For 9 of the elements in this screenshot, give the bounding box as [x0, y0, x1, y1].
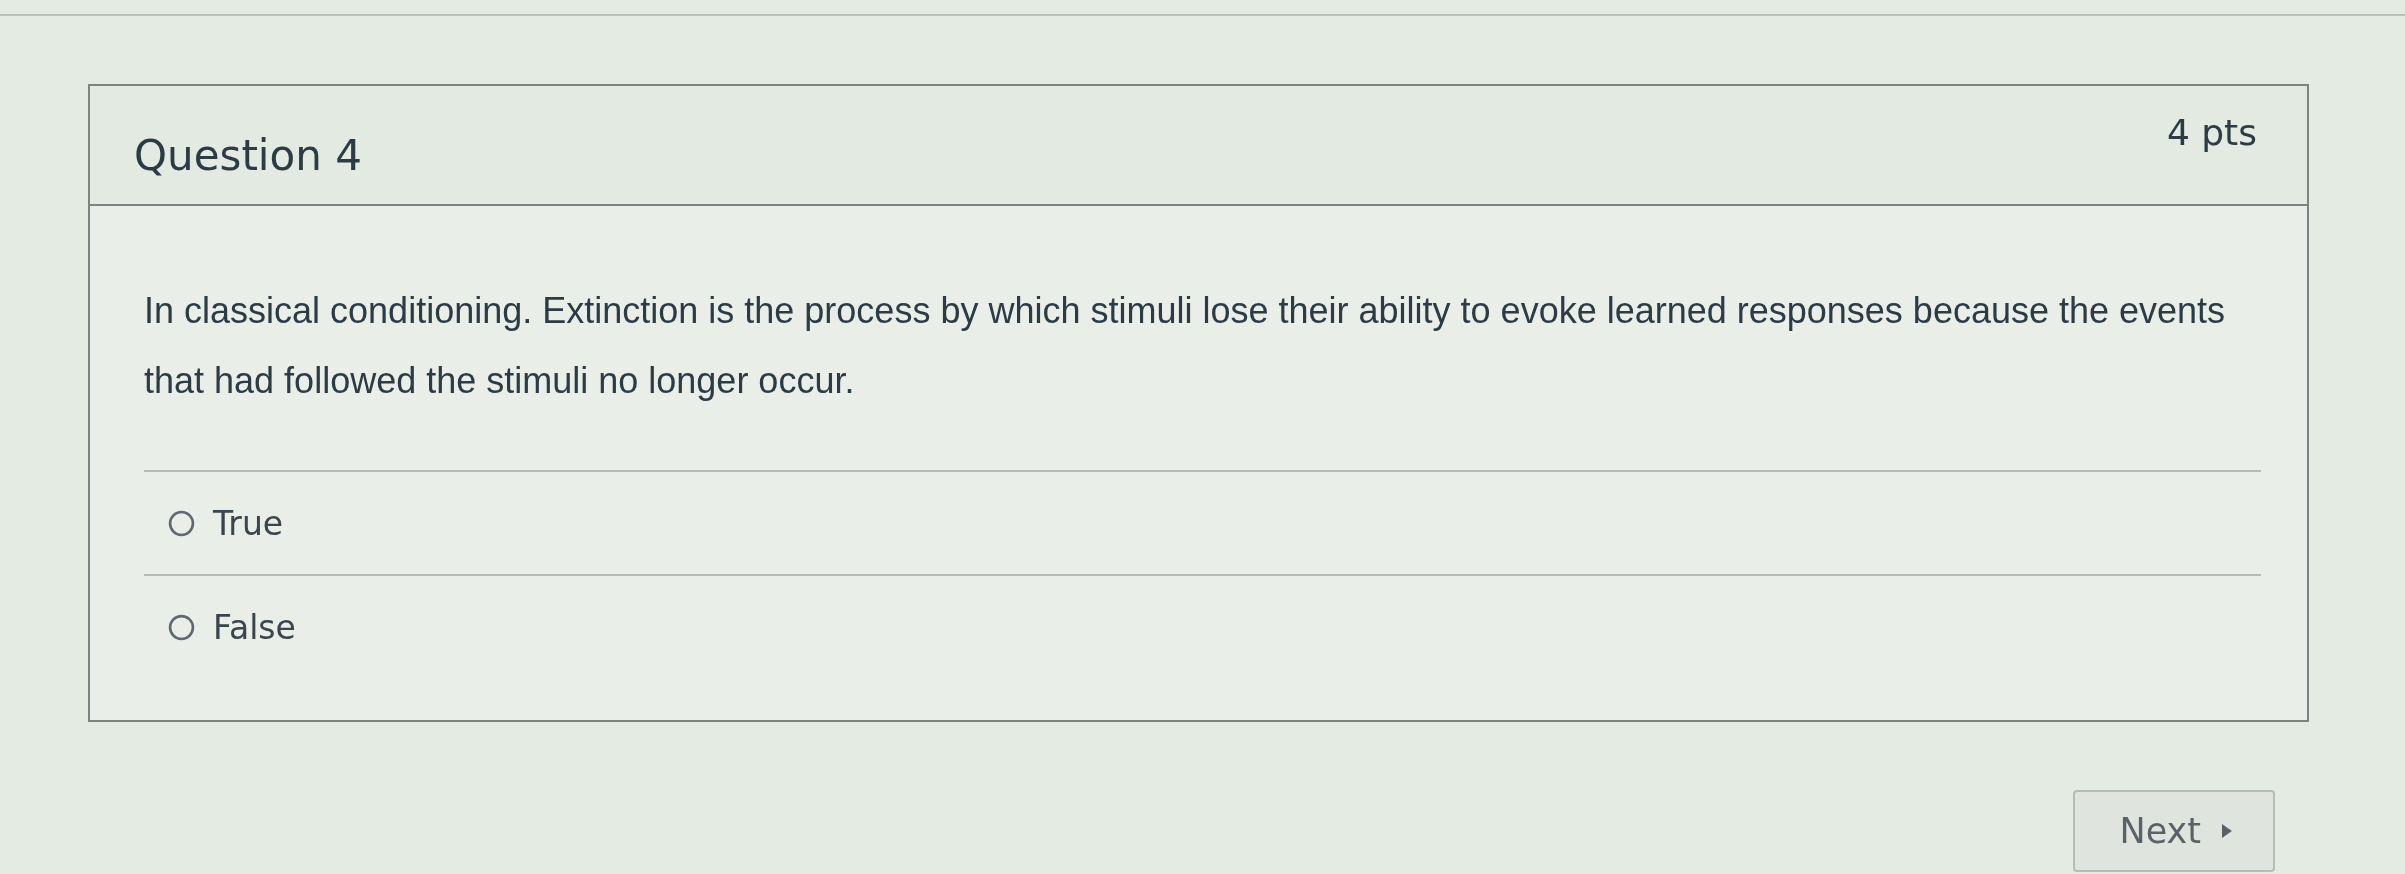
radio-button-icon[interactable]: [168, 509, 195, 537]
caret-right-icon: [2221, 823, 2233, 839]
answer-label[interactable]: False: [213, 607, 296, 647]
answer-label[interactable]: True: [213, 503, 284, 543]
next-button[interactable]: Next: [2073, 790, 2275, 872]
question-title: Question 4: [134, 130, 362, 180]
points-label: 4 pts: [2166, 112, 2257, 153]
question-text: In classical conditioning. Extinction is the process by which stimuli lose their ability to evoke learned responses because the events that had followed the stimuli no longer occur.: [144, 289, 2227, 403]
radio-button-icon[interactable]: [168, 613, 195, 641]
